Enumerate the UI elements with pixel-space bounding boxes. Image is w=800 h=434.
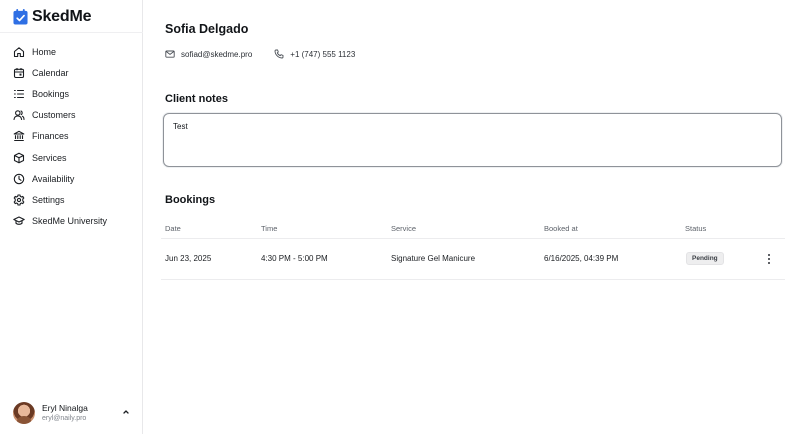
sidebar-item-services[interactable]: Services xyxy=(13,147,138,168)
home-icon xyxy=(13,46,25,58)
column-header-status: Status xyxy=(685,224,707,233)
chevron-up-icon[interactable] xyxy=(121,407,131,417)
sidebar-divider xyxy=(0,32,143,33)
sidebar-item-skedme-university[interactable]: SkedMe University xyxy=(13,211,138,232)
sidebar-item-label: Availability xyxy=(32,173,75,184)
box-icon xyxy=(13,152,25,164)
sidebar-item-customers[interactable]: Customers xyxy=(13,105,138,126)
column-header-time: Time xyxy=(261,224,278,233)
sidebar-item-settings[interactable]: Settings xyxy=(13,189,138,210)
sidebar-item-label: SkedMe University xyxy=(32,216,108,227)
status-badge: Pending xyxy=(686,252,724,265)
calendar-check-logo-icon xyxy=(13,9,28,25)
user-menu[interactable]: Eryl Ninalga eryl@naily.pro xyxy=(13,401,135,425)
column-header-date: Date xyxy=(165,224,181,233)
column-header-booked-at: Booked at xyxy=(544,224,578,233)
row-actions-menu-icon[interactable] xyxy=(765,253,773,265)
sidebar-item-label: Bookings xyxy=(32,88,70,99)
page-title: Sofia Delgado xyxy=(165,22,249,36)
mail-icon xyxy=(165,50,175,58)
booking-service: Signature Gel Manicure xyxy=(391,254,476,263)
avatar xyxy=(13,402,35,424)
sidebar: SkedMe Home Calendar Bookings Customers xyxy=(0,0,143,434)
client-notes-input[interactable]: Test xyxy=(163,113,782,167)
graduation-cap-icon xyxy=(13,215,25,227)
sidebar-item-finances[interactable]: Finances xyxy=(13,126,138,147)
sidebar-item-label: Finances xyxy=(32,131,69,142)
column-header-service: Service xyxy=(391,224,417,233)
booking-booked-at: 6/16/2025, 04:39 PM xyxy=(544,254,619,263)
calendar-icon xyxy=(13,67,25,79)
user-name: Eryl Ninalga xyxy=(42,402,88,413)
bookings-title: Bookings xyxy=(165,194,216,206)
sidebar-item-label: Customers xyxy=(32,110,76,121)
bank-icon xyxy=(13,130,25,142)
table-row[interactable]: Jun 23, 2025 4:30 PM - 5:00 PM Signature… xyxy=(161,239,785,280)
brand[interactable]: SkedMe xyxy=(13,6,91,28)
client-phone-text: +1 (747) 555 1123 xyxy=(290,49,356,59)
client-email-text: sofiad@skedme.pro xyxy=(181,49,253,59)
bookings-table: Date Time Service Booked at Status Jun 2… xyxy=(161,219,785,280)
main-content: Sofia Delgado sofiad@skedme.pro +1 (747)… xyxy=(143,0,800,434)
booking-time: 4:30 PM - 5:00 PM xyxy=(261,254,328,263)
client-notes-title: Client notes xyxy=(165,93,228,105)
sidebar-item-label: Home xyxy=(32,46,57,57)
sidebar-item-label: Settings xyxy=(32,194,65,205)
sidebar-item-calendar[interactable]: Calendar xyxy=(13,62,138,83)
list-icon xyxy=(13,88,25,100)
sidebar-nav: Home Calendar Bookings Customers Finance… xyxy=(13,41,138,232)
client-phone[interactable]: +1 (747) 555 1123 xyxy=(274,49,355,59)
sidebar-item-bookings[interactable]: Bookings xyxy=(13,83,138,104)
sidebar-item-availability[interactable]: Availability xyxy=(13,168,138,189)
sidebar-item-label: Calendar xyxy=(32,67,69,78)
users-icon xyxy=(13,109,25,121)
user-email: eryl@naily.pro xyxy=(42,414,87,422)
client-email[interactable]: sofiad@skedme.pro xyxy=(165,49,252,59)
sidebar-item-label: Services xyxy=(32,152,67,163)
table-header: Date Time Service Booked at Status xyxy=(161,219,785,239)
booking-date: Jun 23, 2025 xyxy=(165,254,212,263)
phone-icon xyxy=(274,49,284,59)
clock-icon xyxy=(13,173,25,185)
gear-icon xyxy=(13,194,25,206)
contact-info: sofiad@skedme.pro +1 (747) 555 1123 xyxy=(165,48,377,60)
sidebar-item-home[interactable]: Home xyxy=(13,41,138,62)
brand-name: SkedMe xyxy=(32,8,92,25)
